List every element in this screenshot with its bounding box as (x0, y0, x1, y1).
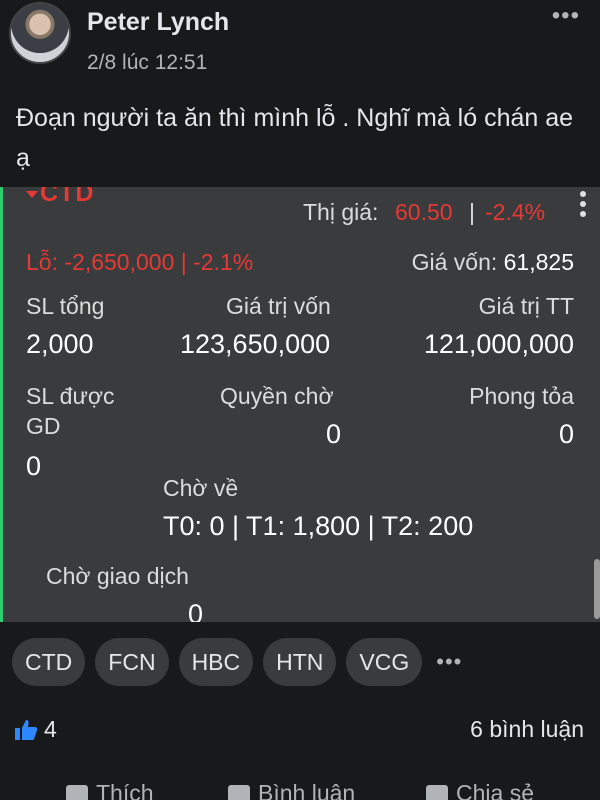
author-name[interactable]: Peter Lynch (87, 8, 229, 37)
loss-value: -2,650,000 | -2.1% (64, 249, 254, 275)
blocked-value: 0 (558, 419, 574, 449)
pending-rights-value: 0 (326, 419, 342, 449)
collapse-caret-icon[interactable] (26, 191, 38, 198)
portfolio-card: CTD Thị giá: 60.50 | -2.4% Lỗ: -2,650,00… (0, 187, 600, 622)
more-options-icon[interactable]: ••• (552, 2, 580, 30)
more-tags-icon[interactable]: ••• (436, 649, 462, 675)
comment-count[interactable]: 6 bình luận (470, 716, 584, 743)
share-icon (426, 784, 448, 800)
pending-rights-label: Quyền chờ (220, 383, 334, 409)
price-separator: | (469, 199, 475, 225)
like-button[interactable]: Thích (66, 780, 154, 800)
tradable-value: 0 (26, 451, 42, 481)
share-button[interactable]: Chia sẻ (426, 780, 534, 800)
post-header: Peter Lynch 2/8 lúc 12:51 ••• (0, 0, 600, 90)
pending-trade-value: 0 (188, 599, 204, 622)
tradable-label-line2: GD (26, 413, 61, 439)
thumbs-up-icon (15, 719, 38, 740)
blocked-label: Phong tỏa (469, 383, 574, 409)
market-price-value: 60.50 (395, 199, 453, 225)
tag-ctd[interactable]: CTD (12, 638, 86, 686)
like-icon (66, 784, 88, 800)
card-menu-icon[interactable] (580, 191, 586, 221)
post-actions: Thích Bình luận Chia sẻ (0, 780, 600, 800)
tag-fcn[interactable]: FCN (95, 638, 169, 686)
like-count[interactable]: 4 (14, 716, 57, 743)
market-price-label: Thị giá: (303, 199, 379, 225)
like-count-value: 4 (44, 716, 57, 742)
tradable-label-line1: SL được (26, 383, 115, 409)
price-change: -2.4% (485, 199, 546, 225)
capital-value-label: Giá trị vốn (226, 293, 331, 319)
post-body-text: Đoạn người ta ăn thì mình lỗ . Nghĩ mà l… (16, 104, 574, 172)
comment-button[interactable]: Bình luận (228, 780, 355, 800)
stock-tag-list: CTD FCN HBC HTN VCG ••• (12, 636, 462, 688)
tag-vcg[interactable]: VCG (346, 638, 423, 686)
tag-hbc[interactable]: HBC (178, 638, 254, 686)
card-scrollbar[interactable] (594, 559, 600, 619)
cost-price-value: 61,825 (503, 249, 574, 275)
pending-trade-label: Chờ giao dịch (46, 563, 189, 589)
share-button-label: Chia sẻ (456, 780, 534, 800)
cost-price-label: Giá vốn: (411, 249, 498, 275)
like-button-label: Thích (96, 780, 154, 800)
author-avatar[interactable] (9, 2, 71, 64)
total-qty-label: SL tổng (26, 293, 105, 319)
stock-symbol: CTD (40, 187, 95, 207)
tag-htn[interactable]: HTN (263, 638, 337, 686)
capital-value: 123,650,000 (180, 329, 331, 359)
loss-label: Lỗ: (26, 249, 58, 275)
post-timestamp[interactable]: 2/8 lúc 12:51 (87, 51, 207, 75)
market-value-label: Giá trị TT (478, 293, 574, 319)
comment-button-label: Bình luận (258, 780, 356, 800)
card-accent-bar (0, 187, 3, 622)
market-value: 121,000,000 (423, 329, 574, 359)
comment-icon (228, 784, 250, 800)
pending-arrival-label: Chờ về (163, 475, 239, 501)
total-qty-value: 2,000 (26, 329, 94, 359)
pending-arrival-value: T0: 0 | T1: 1,800 | T2: 200 (163, 511, 474, 541)
